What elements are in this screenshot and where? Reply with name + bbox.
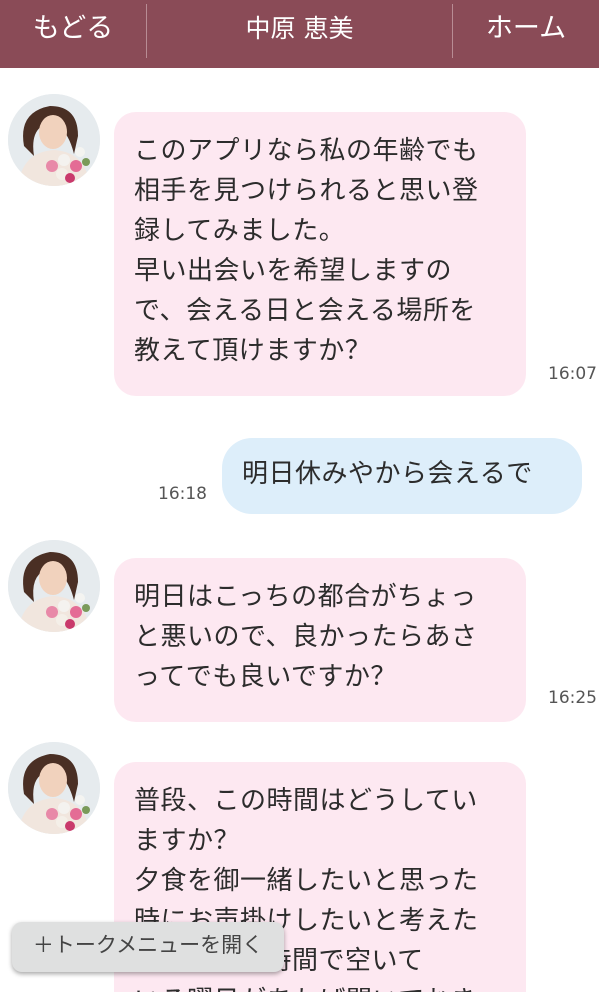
message-timestamp: 16:25 (548, 688, 597, 708)
home-button[interactable]: ホーム (453, 0, 599, 68)
app-header: もどる 中原 恵美 ホーム (0, 0, 599, 68)
back-button[interactable]: もどる (0, 0, 146, 68)
message-timestamp: 16:18 (158, 484, 207, 504)
incoming-message: このアプリなら私の年齢でも 相手を見つけられると思い登 録してみました。 早い出… (114, 112, 526, 396)
avatar[interactable] (8, 742, 100, 834)
open-talk-menu-button[interactable]: ＋トークメニューを開く (12, 922, 284, 972)
avatar[interactable] (8, 94, 100, 186)
message-timestamp: 16:07 (548, 364, 597, 384)
chat-partner-name: 中原 恵美 (245, 14, 354, 43)
outgoing-message: 明日休みやから会えるで (222, 438, 582, 514)
avatar[interactable] (8, 540, 100, 632)
incoming-message: 明日はこっちの都合がちょっ と悪いので、良かったらあさ ってでも良いですか？ (114, 558, 526, 722)
